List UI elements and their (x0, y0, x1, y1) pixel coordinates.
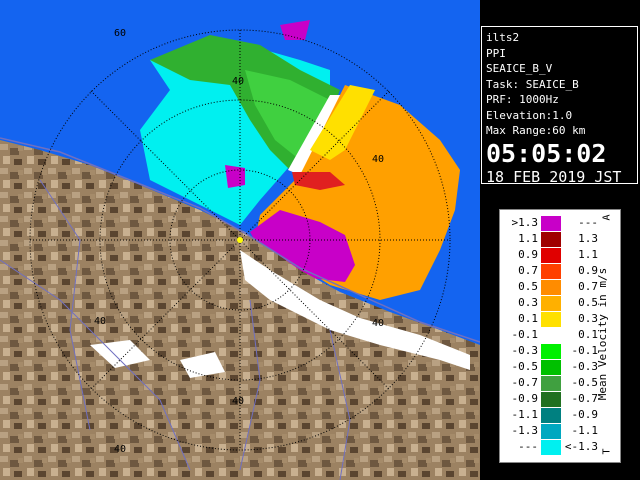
elevation-value: Elevation:1.0 (486, 108, 573, 122)
legend-upper-value: -0.9 (571, 408, 599, 421)
legend-upper-value: 0.3 (578, 312, 598, 325)
task-name: Task: SEAICE_B (486, 77, 579, 91)
legend-swatch (541, 392, 561, 407)
ring-label: 40 (232, 396, 244, 407)
legend-upper-value: -1.1 (571, 424, 599, 437)
legend-swatch (541, 216, 561, 231)
legend-lower-value: 1.1 (518, 232, 538, 245)
legend-upper-value: 0.1 (578, 328, 598, 341)
info-panel: ilts2 PPI SEAICE_B_V Task: SEAICE_B PRF:… (481, 26, 638, 186)
legend-lower-value: -0.5 (511, 360, 539, 373)
legend-upper-value: -0.3 (571, 360, 599, 373)
legend-upper-value: 1.3 (578, 232, 598, 245)
max-range-value: Max Range:60 km (486, 124, 586, 137)
legend-lower-value: --- (518, 440, 538, 453)
legend-lower-value: 0.3 (518, 296, 538, 309)
legend-swatch (541, 264, 561, 279)
legend-swatch (541, 344, 561, 359)
legend-swatch (541, 440, 561, 455)
legend-swatch (541, 328, 561, 343)
legend-upper-value: 1.1 (578, 248, 598, 261)
legend-lower-value: -1.1 (511, 408, 539, 421)
legend-lower-value: -0.1 (511, 328, 539, 341)
legend-lower-value: -1.3 (511, 424, 539, 437)
ring-label: 40 (232, 76, 244, 87)
legend-swatch (541, 408, 561, 423)
ring-label: 60 (114, 28, 126, 39)
velocity-legend: >1.3 --- 1.1 1.3 0.9 1.1 0.7 0.9 0.5 0.7 0.3 0.5 0.1… (499, 209, 621, 463)
legend-lower-value: -0.3 (511, 344, 539, 357)
legend-swatch (541, 424, 561, 439)
legend-upper-value: 0.5 (578, 296, 598, 309)
legend-upper-value: --- (578, 216, 598, 229)
radar-map: 60 40 40 40 40 40 40 (0, 0, 480, 480)
legend-upper-value: 0.7 (578, 280, 598, 293)
scan-type: PPI (486, 46, 506, 60)
legend-unit: Mean Velocity in m/s (596, 267, 609, 401)
legend-upper-value: <-1.3 (564, 440, 598, 453)
legend-swatch (541, 312, 561, 327)
legend-swatch (541, 360, 561, 375)
echo-magenta-small (225, 165, 245, 188)
legend-lower-value: 0.9 (518, 248, 538, 261)
legend-swatch (541, 280, 561, 295)
legend-top-marker: A (601, 214, 613, 221)
legend-lower-value: -0.9 (511, 392, 539, 405)
legend-upper-value: 0.9 (578, 264, 598, 277)
ring-label: 40 (372, 154, 384, 165)
scan-date: 18 FEB 2019 JST (486, 167, 622, 186)
radar-site-marker (237, 237, 243, 243)
legend-swatch (541, 376, 561, 391)
ring-label: 40 (372, 318, 384, 329)
ring-label: 40 (94, 316, 106, 327)
prf-value: PRF: 1000Hz (486, 93, 559, 106)
radar-name: ilts2 (486, 31, 520, 44)
legend-lower-value: >1.3 (511, 216, 539, 229)
ring-label: 40 (114, 444, 126, 455)
legend-upper-value: -0.1 (571, 344, 599, 357)
scan-time: 05:05:02 (486, 138, 607, 168)
legend-lower-value: 0.5 (518, 280, 538, 293)
legend-lower-value: 0.1 (518, 312, 538, 325)
legend-upper-value: -0.5 (571, 376, 599, 389)
legend-upper-value: -0.7 (571, 392, 599, 405)
legend-swatch (541, 232, 561, 247)
legend-swatch (541, 248, 561, 263)
legend-swatch (541, 296, 561, 311)
product-name: SEAICE_B_V (486, 62, 553, 75)
legend-lower-value: 0.7 (518, 264, 538, 277)
legend-bottom-marker: T (601, 448, 613, 455)
legend-lower-value: -0.7 (511, 376, 539, 389)
